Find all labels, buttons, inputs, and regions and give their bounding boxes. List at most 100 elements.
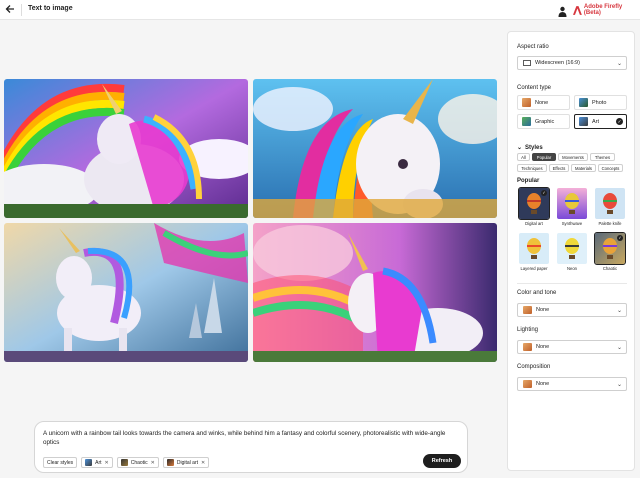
styles-label: Styles (525, 144, 543, 151)
chip-digital-art[interactable]: Digital art ✕ (162, 457, 210, 468)
chevron-down-icon: ⌄ (616, 345, 622, 351)
chevron-down-icon: ⌄ (616, 61, 622, 67)
user-avatar-icon[interactable] (558, 4, 567, 17)
art-thumbnail-icon (85, 459, 93, 466)
style-chaotic[interactable]: ✓ Chaotic (594, 232, 626, 271)
clear-styles-label: Clear styles (47, 459, 74, 466)
style-layered-paper[interactable]: Layered paper (519, 233, 549, 271)
generated-image-3[interactable] (4, 223, 248, 362)
checkmark-icon: ✓ (541, 190, 547, 196)
hot-air-balloon-icon: ✓ (594, 232, 626, 265)
content-type-label-photo: Photo (592, 99, 607, 106)
lighting-dropdown[interactable]: None ⌄ (517, 340, 627, 354)
chip-label: Digital art (176, 459, 198, 466)
chevron-down-icon: ⌄ (616, 382, 622, 388)
divider (21, 4, 22, 16)
checkmark-icon: ✓ (617, 235, 623, 241)
divider (517, 283, 627, 284)
style-synthwave[interactable]: Synthwave (557, 188, 587, 226)
tab-movements[interactable]: Movements (558, 153, 588, 161)
content-type-graphic[interactable]: Graphic (517, 114, 570, 129)
tab-popular[interactable]: Popular (532, 153, 556, 161)
hot-air-balloon-icon (557, 188, 587, 219)
chaotic-thumbnail-icon (120, 459, 128, 466)
brand[interactable]: Adobe Firefly (Beta) (573, 4, 640, 16)
style-chips: Clear styles Art ✕ Chaotic ✕ Digital art… (43, 457, 210, 468)
color-tone-value: None (536, 307, 550, 313)
style-label: Neon (566, 266, 577, 271)
none-thumbnail-icon (523, 306, 532, 314)
remove-chip-icon[interactable]: ✕ (105, 460, 109, 466)
style-label: Digital art (525, 221, 543, 226)
aspect-ratio-label: Aspect ratio (517, 44, 549, 50)
style-label: Synthwave (561, 221, 583, 226)
brand-label: Adobe Firefly (Beta) (583, 4, 623, 16)
page-title: Text to image (28, 5, 73, 12)
color-tone-dropdown[interactable]: None ⌄ (517, 303, 627, 317)
content-type-label-none: None (535, 99, 549, 106)
aspect-ratio-dropdown[interactable]: Widescreen (16:9) ⌄ (517, 56, 627, 70)
lighting-value: None (536, 344, 550, 350)
graphic-thumbnail-icon (522, 117, 531, 126)
tab-concepts[interactable]: Concepts (598, 164, 623, 172)
aspect-ratio-value: Widescreen (16:9) (535, 60, 580, 66)
chip-chaotic[interactable]: Chaotic ✕ (116, 457, 159, 468)
generated-image-1[interactable] (4, 79, 248, 218)
refresh-button[interactable]: Refresh (423, 454, 461, 468)
checkmark-icon: ✓ (616, 118, 623, 125)
chip-label: Chaotic (130, 459, 148, 466)
tab-materials[interactable]: Materials (571, 164, 596, 172)
style-palette-knife[interactable]: Palette knife (595, 188, 625, 226)
chip-label: Art (95, 459, 102, 466)
prompt-input[interactable]: A unicorn with a rainbow tail looks towa… (43, 429, 463, 447)
chevron-down-icon: ⌄ (616, 308, 622, 314)
style-label: Chaotic (602, 266, 618, 271)
none-thumbnail-icon (522, 98, 531, 107)
lighting-label: Lighting (517, 327, 539, 333)
widescreen-icon (523, 60, 531, 66)
tab-themes[interactable]: Themes (590, 153, 615, 161)
top-bar: Text to image Adobe Firefly (Beta) (0, 0, 640, 20)
none-thumbnail-icon (523, 343, 532, 351)
content-type-photo[interactable]: Photo (574, 95, 627, 110)
tab-techniques[interactable]: Techniques (517, 164, 547, 172)
composition-label: Composition (517, 364, 551, 370)
chip-art[interactable]: Art ✕ (81, 457, 113, 468)
hot-air-balloon-icon (595, 188, 625, 219)
content-type-label-graphic: Graphic (535, 118, 555, 125)
art-thumbnail-icon (579, 117, 588, 126)
generated-image-2[interactable] (253, 79, 497, 218)
style-tabs-row-2: Techniques Effects Materials Concepts (517, 164, 627, 172)
style-tabs-row-1: All Popular Movements Themes (517, 153, 627, 161)
content-type-none[interactable]: None (517, 95, 570, 110)
hot-air-balloon-icon (519, 233, 549, 264)
hot-air-balloon-icon: ✓ (518, 187, 550, 220)
style-digital-art[interactable]: ✓ Digital art (518, 187, 550, 226)
style-label: Palette knife (598, 221, 622, 226)
style-neon[interactable]: Neon (557, 233, 587, 271)
settings-panel: Aspect ratio Widescreen (16:9) ⌄ Content… (507, 31, 635, 471)
generated-image-4[interactable] (253, 223, 497, 362)
prompt-box[interactable]: A unicorn with a rainbow tail looks towa… (34, 421, 468, 473)
none-thumbnail-icon (523, 380, 532, 388)
tab-effects[interactable]: Effects (549, 164, 569, 172)
chevron-down-icon: ⌄ (517, 145, 523, 151)
composition-dropdown[interactable]: None ⌄ (517, 377, 627, 391)
remove-chip-icon[interactable]: ✕ (151, 460, 155, 466)
content-type-label-art: Art (592, 118, 600, 125)
styles-section-toggle[interactable]: ⌄ Styles (517, 144, 543, 152)
digital-art-thumbnail-icon (166, 459, 174, 466)
content-type-art[interactable]: Art ✓ (574, 114, 627, 129)
adobe-logo-icon (573, 5, 582, 15)
popular-label: Popular (517, 178, 540, 184)
clear-styles-button[interactable]: Clear styles (43, 457, 78, 468)
hot-air-balloon-icon (557, 233, 587, 264)
photo-thumbnail-icon (579, 98, 588, 107)
arrow-left-icon[interactable] (5, 4, 17, 16)
remove-chip-icon[interactable]: ✕ (201, 460, 205, 466)
style-label: Layered paper (520, 266, 548, 271)
content-type-label: Content type (517, 85, 552, 91)
composition-value: None (536, 381, 550, 387)
color-tone-label: Color and tone (517, 290, 557, 296)
tab-all[interactable]: All (517, 153, 530, 161)
